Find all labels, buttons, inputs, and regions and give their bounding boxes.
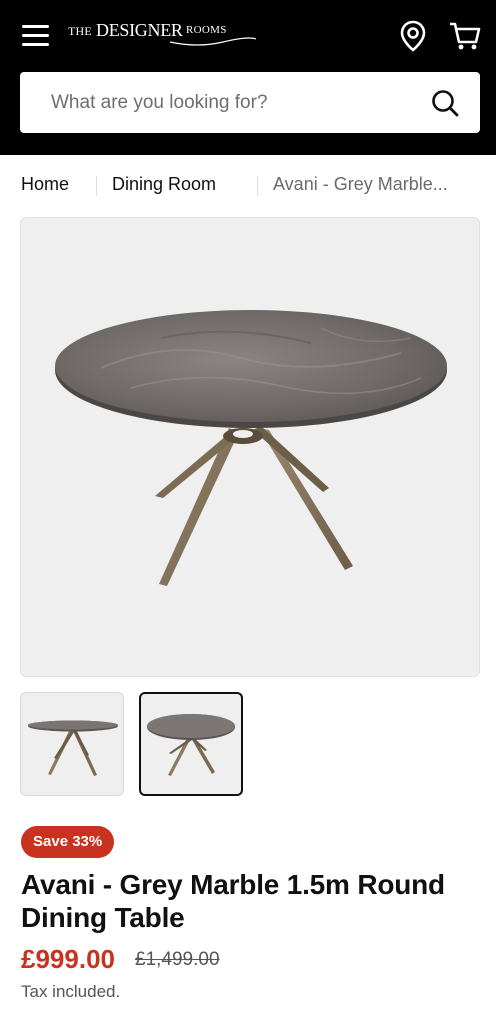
menu-icon[interactable] bbox=[22, 22, 50, 48]
cart-icon[interactable] bbox=[448, 20, 482, 52]
product-price: £999.00 bbox=[21, 944, 115, 974]
logo-the: THE bbox=[68, 24, 92, 38]
product-title: Avani - Grey Marble 1.5m Round Dining Ta… bbox=[21, 869, 445, 933]
site-header: THE DESIGNER ROOMS bbox=[0, 0, 496, 155]
breadcrumb-home[interactable]: Home bbox=[21, 174, 69, 195]
thumbnail-side-view[interactable] bbox=[20, 692, 124, 796]
dining-table-image bbox=[55, 310, 447, 586]
breadcrumb-current: Avani - Grey Marble... bbox=[273, 174, 448, 194]
tax-note: Tax included. bbox=[21, 982, 121, 1001]
thumbnail-top-view[interactable] bbox=[139, 692, 243, 796]
logo-rooms: ROOMS bbox=[186, 24, 227, 36]
search-icon[interactable] bbox=[430, 88, 460, 118]
compare-at-price: £1,499.00 bbox=[135, 949, 220, 970]
product-main-image[interactable] bbox=[20, 217, 480, 677]
breadcrumb-separator bbox=[257, 176, 258, 196]
breadcrumb-dining-room[interactable]: Dining Room bbox=[112, 174, 216, 195]
breadcrumb: Home Dining Room Avani - Grey Marble... bbox=[21, 172, 491, 200]
logo-swoosh-icon bbox=[169, 37, 257, 46]
breadcrumb-separator bbox=[96, 176, 97, 196]
location-pin-icon[interactable] bbox=[398, 20, 428, 52]
search-bar bbox=[20, 72, 480, 133]
table-top-thumbnail bbox=[147, 714, 235, 776]
search-input[interactable] bbox=[20, 72, 420, 133]
table-side-thumbnail bbox=[28, 720, 118, 776]
site-logo[interactable]: THE DESIGNER ROOMS bbox=[68, 18, 268, 52]
sale-badge: Save 33% bbox=[21, 826, 115, 858]
